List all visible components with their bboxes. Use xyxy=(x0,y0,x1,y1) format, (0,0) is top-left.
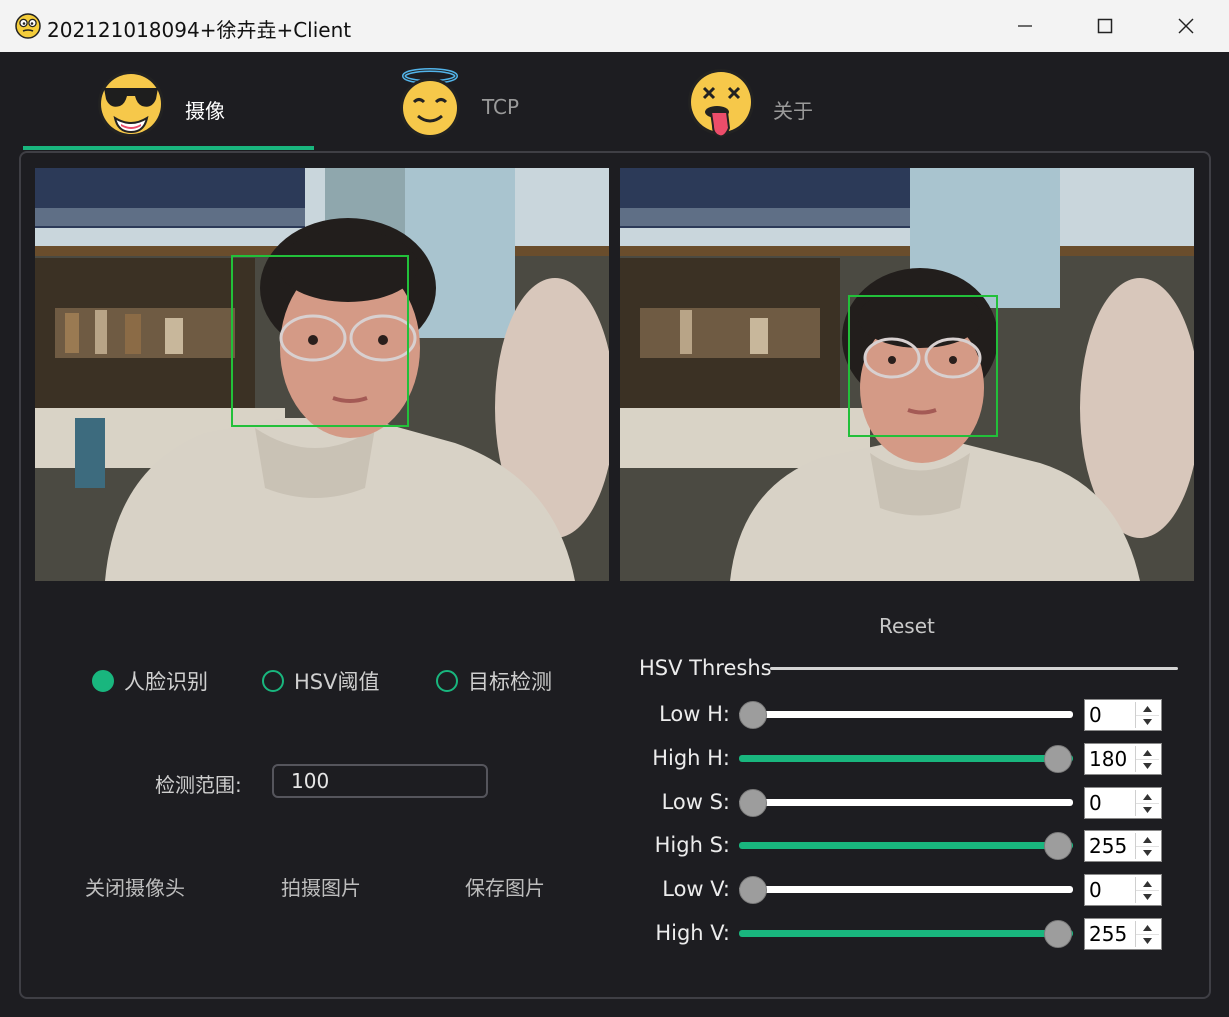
arrow-down-icon xyxy=(1143,719,1152,725)
slider-handle[interactable] xyxy=(1044,745,1072,773)
arrow-up-icon xyxy=(1143,880,1152,887)
tab-label: TCP xyxy=(482,95,520,119)
close-button[interactable] xyxy=(1146,0,1226,52)
spin-up-button[interactable] xyxy=(1136,702,1159,715)
capture-image-button[interactable]: 拍摄图片 xyxy=(281,872,361,901)
arrow-down-icon xyxy=(1143,938,1152,944)
radio-indicator xyxy=(436,670,458,692)
camera-preview-original xyxy=(35,168,609,581)
detection-range-input[interactable] xyxy=(272,764,488,798)
spinbox-value: 0 xyxy=(1089,878,1102,902)
arrow-up-icon xyxy=(1143,836,1152,843)
spin-down-button[interactable] xyxy=(1136,890,1159,903)
high-s-slider[interactable] xyxy=(739,842,1073,849)
slider-handle[interactable] xyxy=(739,876,767,904)
close-icon xyxy=(1178,18,1194,34)
low-h-spinbox[interactable]: 0 xyxy=(1084,699,1162,731)
minimize-button[interactable] xyxy=(985,0,1065,52)
arrow-up-icon xyxy=(1143,793,1152,800)
high-v-label: High V: xyxy=(655,921,730,945)
radio-hsv-threshold[interactable]: HSV阈值 xyxy=(262,666,380,696)
spin-down-button[interactable] xyxy=(1136,934,1159,947)
slider-fill xyxy=(739,930,1073,937)
low-s-spinbox[interactable]: 0 xyxy=(1084,787,1162,819)
low-h-slider[interactable] xyxy=(739,711,1073,718)
arrow-down-icon xyxy=(1143,763,1152,769)
spin-down-button[interactable] xyxy=(1136,846,1159,859)
high-v-spinbox[interactable]: 255 xyxy=(1084,918,1162,950)
spin-up-button[interactable] xyxy=(1136,833,1159,846)
slider-fill xyxy=(739,842,1073,849)
radio-label: HSV阈值 xyxy=(294,670,380,694)
camera-preview-processed xyxy=(620,168,1194,581)
spinbox-value: 255 xyxy=(1089,922,1128,946)
low-s-label: Low S: xyxy=(661,790,730,814)
radio-label: 人脸识别 xyxy=(124,670,208,694)
detection-range-label: 检测范围: xyxy=(155,773,242,797)
spinbox-value: 0 xyxy=(1089,791,1102,815)
slider-handle[interactable] xyxy=(739,789,767,817)
tab-label: 关于 xyxy=(773,99,813,123)
spin-up-button[interactable] xyxy=(1136,790,1159,803)
minimize-icon xyxy=(1018,25,1032,27)
app-emoji-icon xyxy=(15,13,41,39)
spin-up-button[interactable] xyxy=(1136,746,1159,759)
high-s-label: High S: xyxy=(654,833,730,857)
spin-down-button[interactable] xyxy=(1136,759,1159,772)
high-s-spinbox[interactable]: 255 xyxy=(1084,830,1162,862)
tab-about[interactable]: 关于 xyxy=(687,66,827,150)
slider-handle[interactable] xyxy=(739,701,767,729)
radio-label: 目标检测 xyxy=(468,670,552,694)
tab-label: 摄像 xyxy=(185,99,225,123)
spin-down-button[interactable] xyxy=(1136,715,1159,728)
window-title: 202121018094+徐卉垚+Client xyxy=(47,18,352,42)
high-v-slider[interactable] xyxy=(739,930,1073,937)
high-h-spinbox[interactable]: 180 xyxy=(1084,743,1162,775)
radio-indicator xyxy=(262,670,284,692)
spin-down-button[interactable] xyxy=(1136,803,1159,816)
tab-camera[interactable]: 摄像 xyxy=(96,66,314,150)
slider-handle[interactable] xyxy=(1044,920,1072,948)
sunglasses-emoji-icon xyxy=(98,71,164,137)
halo-emoji-icon xyxy=(400,68,460,138)
spin-up-button[interactable] xyxy=(1136,877,1159,890)
low-v-spinbox[interactable]: 0 xyxy=(1084,874,1162,906)
maximize-icon xyxy=(1097,18,1113,34)
hsv-group-title: HSV Threshs xyxy=(639,656,772,680)
tab-tcp[interactable]: TCP xyxy=(396,66,546,150)
spin-up-button[interactable] xyxy=(1136,921,1159,934)
reset-button[interactable]: Reset xyxy=(879,614,935,638)
spinbox-value: 0 xyxy=(1089,703,1102,727)
radio-face-recognition[interactable]: 人脸识别 xyxy=(92,666,208,696)
spinbox-value: 255 xyxy=(1089,834,1128,858)
radio-object-detection[interactable]: 目标检测 xyxy=(436,666,552,696)
arrow-up-icon xyxy=(1143,705,1152,712)
save-image-button[interactable]: 保存图片 xyxy=(465,872,545,901)
arrow-down-icon xyxy=(1143,894,1152,900)
arrow-down-icon xyxy=(1143,850,1152,856)
arrow-down-icon xyxy=(1143,807,1152,813)
low-s-slider[interactable] xyxy=(739,799,1073,806)
high-h-label: High H: xyxy=(652,746,730,770)
slider-fill xyxy=(739,755,1073,762)
close-camera-button[interactable]: 关闭摄像头 xyxy=(85,872,185,901)
low-v-label: Low V: xyxy=(662,877,730,901)
spinbox-value: 180 xyxy=(1089,747,1128,771)
title-bar: 202121018094+徐卉垚+Client xyxy=(0,0,1229,52)
arrow-up-icon xyxy=(1143,924,1152,931)
tongue-out-emoji-icon xyxy=(688,69,754,138)
slider-handle[interactable] xyxy=(1044,832,1072,860)
group-divider xyxy=(770,667,1178,670)
active-tab-indicator xyxy=(23,146,314,150)
high-h-slider[interactable] xyxy=(739,755,1073,762)
arrow-up-icon xyxy=(1143,749,1152,756)
low-v-slider[interactable] xyxy=(739,886,1073,893)
radio-indicator xyxy=(92,670,114,692)
low-h-label: Low H: xyxy=(659,702,730,726)
maximize-button[interactable] xyxy=(1065,0,1145,52)
